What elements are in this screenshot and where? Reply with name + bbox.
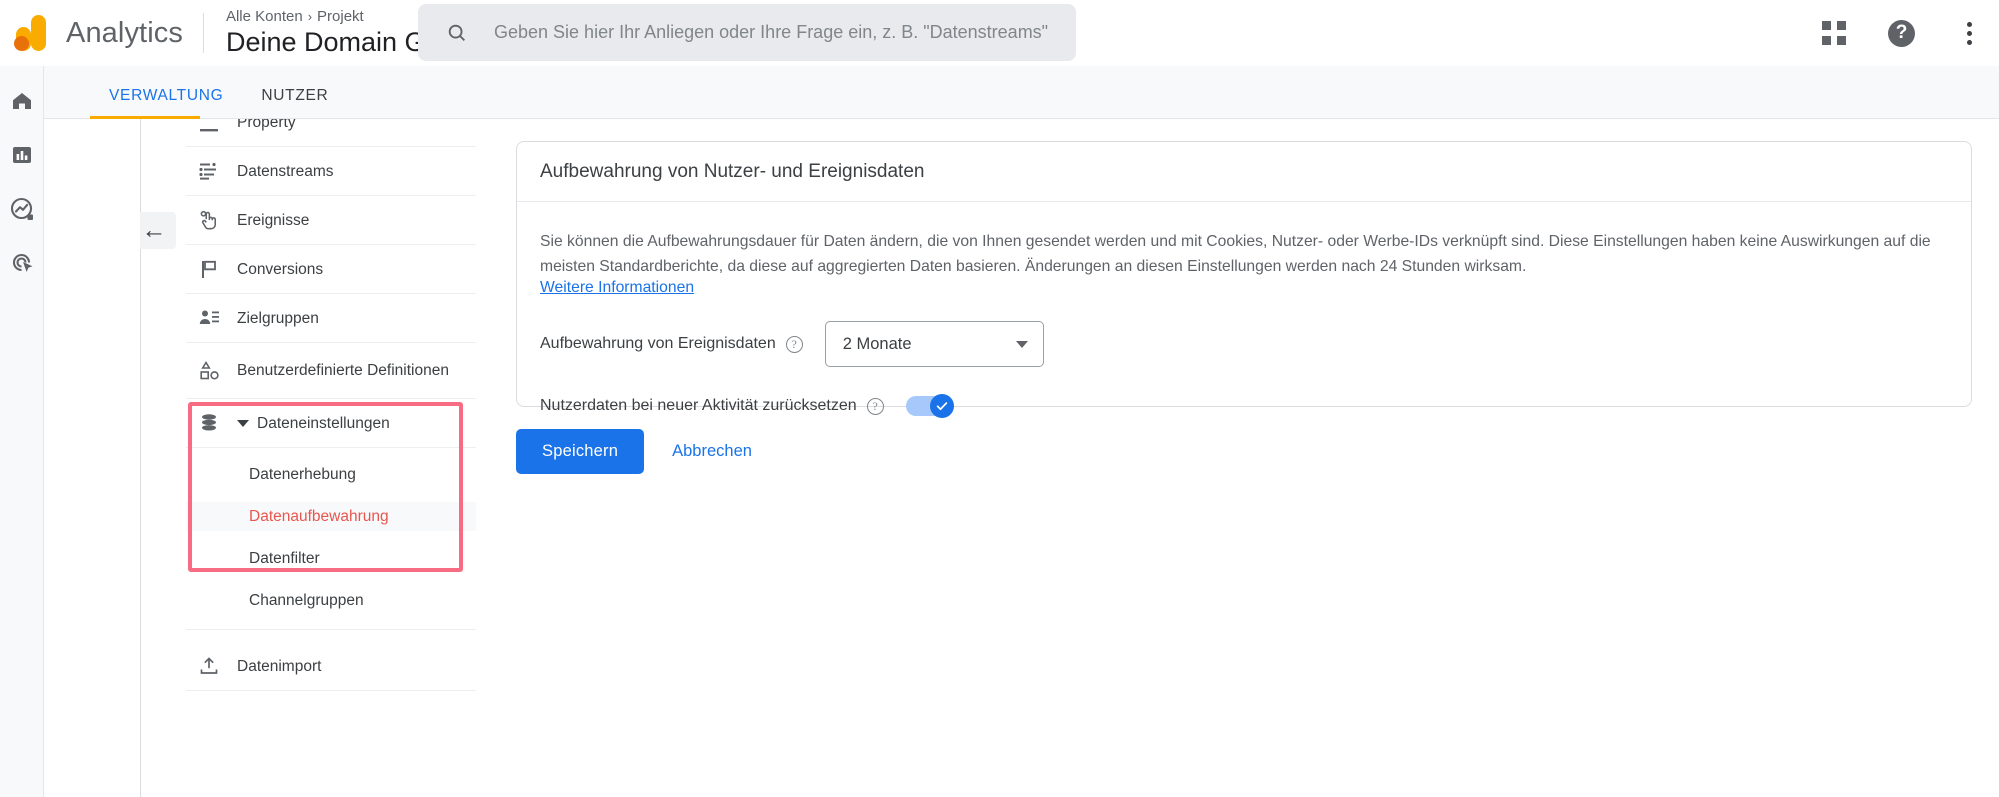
upload-icon [198, 655, 228, 677]
explore-trend-icon [10, 197, 33, 220]
flag-icon [198, 258, 228, 280]
reset-user-data-row: Nutzerdaten bei neuer Aktivität zurückse… [540, 394, 1948, 418]
nav-item-datenstreams[interactable]: Datenstreams [186, 147, 476, 196]
breadcrumb-separator: › [307, 9, 313, 24]
reset-user-data-label: Nutzerdaten bei neuer Aktivität zurückse… [540, 397, 857, 414]
apps-grid-icon[interactable] [1822, 21, 1846, 45]
advertising-target-icon [12, 253, 32, 272]
data-retention-card: Aufbewahrung von Nutzer- und Ereignisdat… [516, 141, 1972, 418]
nav-item-label: Conversions [237, 260, 324, 278]
breadcrumb-project[interactable]: Projekt [317, 8, 364, 25]
event-retention-value: 2 Monate [842, 334, 912, 353]
more-info-link[interactable]: Weitere Informationen [540, 279, 694, 296]
rail-item-home[interactable] [9, 88, 35, 114]
chevron-down-icon [1015, 340, 1028, 348]
nav-group-label: Dateneinstellungen [257, 414, 390, 432]
cancel-button[interactable]: Abbrechen [672, 442, 752, 461]
nav-item-label: Ereignisse [237, 211, 310, 229]
reset-user-data-toggle[interactable] [905, 394, 954, 418]
nav-item-property[interactable]: Property [186, 119, 476, 147]
arrow-left-icon: ← [141, 216, 167, 244]
analytics-logo-icon[interactable] [12, 13, 56, 53]
nav-item-zielgruppen[interactable]: Zielgruppen [186, 294, 476, 343]
event-retention-label: Aufbewahrung von Ereignisdaten [540, 335, 776, 352]
nav-item-label: Datenimport [237, 657, 322, 675]
help-circle-icon[interactable]: ? [1888, 19, 1915, 47]
database-icon [198, 412, 228, 434]
left-nav-rail [0, 66, 44, 797]
datastreams-icon [198, 160, 228, 182]
more-vertical-icon[interactable] [1957, 20, 1981, 47]
search-bar[interactable]: Geben Sie hier Ihr Anliegen oder Ihre Fr… [418, 4, 1076, 61]
search-icon [448, 24, 465, 41]
nav-item-label: Zielgruppen [237, 309, 319, 327]
nav-subitem-list: Datenerhebung Datenaufbewahrung Datenfil… [186, 448, 476, 630]
form-actions: Speichern Abbrechen [516, 429, 752, 474]
nav-item-datenimport[interactable]: Datenimport [186, 642, 476, 691]
minus-icon [198, 119, 228, 141]
tab-nutzer[interactable]: NUTZER [242, 87, 347, 118]
bar-chart-icon [12, 147, 31, 163]
audiences-icon [198, 307, 228, 329]
check-icon [936, 402, 947, 411]
save-button[interactable]: Speichern [516, 429, 645, 474]
divider [202, 13, 204, 53]
event-retention-row: Aufbewahrung von Ereignisdaten ? 2 Monat… [540, 321, 1948, 367]
nav-subitem-datenfilter[interactable]: Datenfilter [186, 544, 476, 573]
rail-item-advertising[interactable] [9, 250, 35, 276]
nav-subitem-channelgruppen[interactable]: Channelgruppen [186, 586, 476, 615]
description-paragraph: Sie können die Aufbewahrungsdauer für Da… [540, 233, 1931, 275]
event-retention-select[interactable]: 2 Monate [824, 321, 1044, 367]
nav-subitem-datenaufbewahrung[interactable]: Datenaufbewahrung [186, 502, 476, 531]
chevron-down-icon[interactable] [237, 419, 249, 427]
search-placeholder: Geben Sie hier Ihr Anliegen oder Ihre Fr… [494, 22, 1049, 42]
property-nav-panel: ← Property Datenstreams Ereignisse Conve… [140, 119, 514, 797]
brand-name: Analytics [66, 16, 183, 49]
top-bar: Analytics Alle Konten › Projekt Deine Doma… [0, 0, 1999, 66]
nav-group-dateneinstellungen[interactable]: Dateneinstellungen [186, 399, 476, 448]
nav-item-label: Datenstreams [237, 162, 334, 180]
nav-item-benutzerdefinierte-definitionen[interactable]: Benutzerdefinierte Definitionen [186, 343, 476, 399]
rail-item-reports[interactable] [9, 142, 35, 168]
tap-hand-icon [198, 209, 228, 231]
tab-verwaltung[interactable]: VERWALTUNG [90, 87, 242, 118]
admin-tabs: VERWALTUNG NUTZER [44, 66, 1999, 119]
custom-definitions-icon [198, 360, 228, 382]
breadcrumb-account[interactable]: Alle Konten [226, 8, 303, 25]
help-circle-icon[interactable]: ? [785, 335, 803, 353]
nav-item-ereignisse[interactable]: Ereignisse [186, 196, 476, 245]
admin-content: ← Property Datenstreams Ereignisse Conve… [44, 119, 1999, 797]
card-title: Aufbewahrung von Nutzer- und Ereignisdat… [517, 142, 1971, 202]
top-bar-actions: ? [1822, 0, 1981, 66]
toggle-knob [929, 394, 954, 418]
property-nav-list: Property Datenstreams Ereignisse Convers… [186, 119, 476, 691]
help-circle-icon[interactable]: ? [866, 397, 884, 415]
nav-item-label: Property [237, 119, 296, 131]
nav-subitem-datenerhebung[interactable]: Datenerhebung [186, 460, 476, 489]
home-icon [12, 93, 31, 109]
collapse-nav-button[interactable]: ← [140, 212, 176, 249]
rail-item-explore[interactable] [9, 196, 35, 222]
card-body: Sie können die Aufbewahrungsdauer für Da… [517, 202, 1971, 418]
nav-item-label: Benutzerdefinierte Definitionen [237, 362, 449, 379]
nav-item-conversions[interactable]: Conversions [186, 245, 476, 294]
